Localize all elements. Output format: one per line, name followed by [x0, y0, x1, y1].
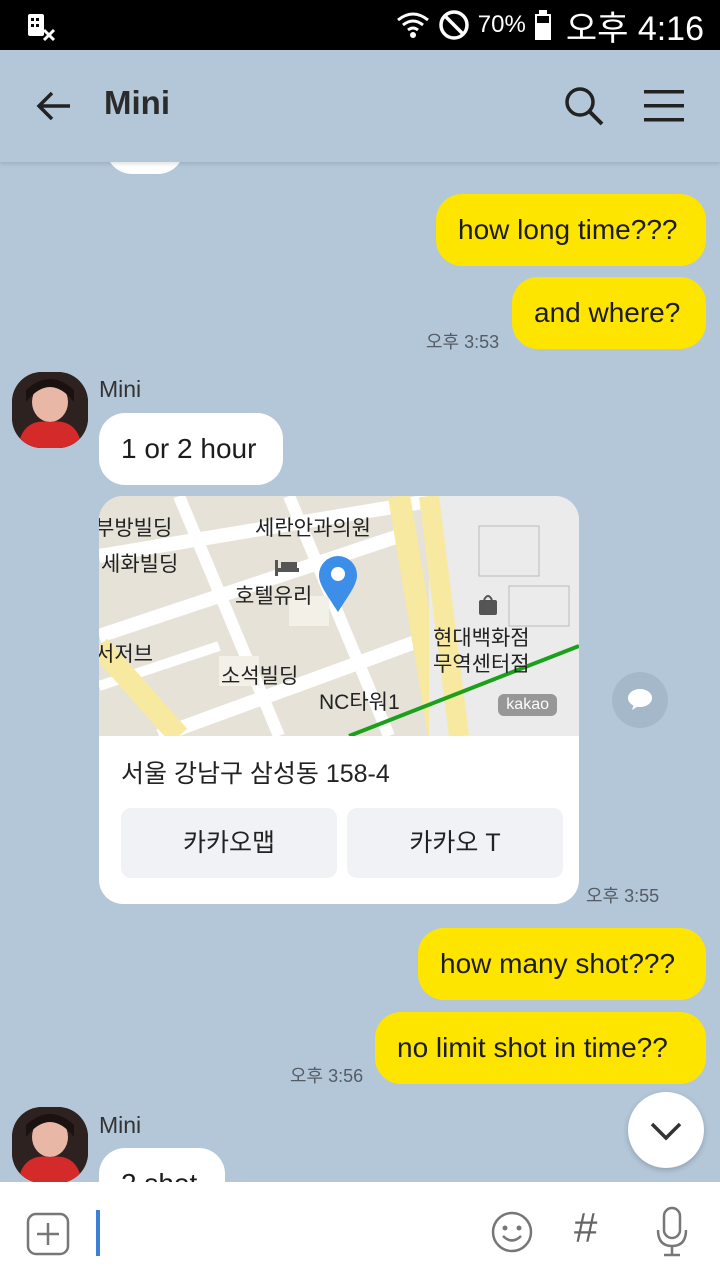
map-preview[interactable]: 부방빌딩 세란안과의원 세화빌딩 호텔유리 현대백화점 무역센터점 서저브 소석… [99, 496, 579, 736]
message-bubble-mine[interactable]: no limit shot in time?? [375, 1012, 706, 1084]
status-bar: 70% 오후 4:16 [0, 0, 720, 50]
map-label: 무역센터점 [433, 653, 530, 676]
location-pin-icon [319, 556, 357, 612]
scroll-to-bottom-button[interactable] [628, 1092, 704, 1168]
microphone-icon[interactable] [654, 1206, 690, 1258]
speech-bubble-icon [628, 689, 652, 710]
chat-header: Mini [0, 50, 720, 162]
message-bubble-theirs[interactable]: 2 shot [99, 1148, 225, 1182]
profile-photo [12, 372, 88, 448]
chevron-down-icon [650, 1122, 682, 1141]
add-attachment-icon[interactable] [26, 1212, 70, 1256]
do-not-disturb-icon [439, 10, 469, 40]
message-bubble-theirs[interactable]: 1 or 2 hour [99, 413, 283, 485]
map-label: 세란안과의원 [255, 517, 371, 540]
hamburger-menu-icon[interactable] [644, 88, 684, 124]
location-card[interactable]: 부방빌딩 세란안과의원 세화빌딩 호텔유리 현대백화점 무역센터점 서저브 소석… [99, 496, 579, 904]
sender-name: Mini [99, 1112, 142, 1138]
status-clock: 오후 4:16 [565, 9, 704, 48]
search-icon[interactable] [562, 84, 606, 128]
message-bubble-mine[interactable]: and where? [512, 277, 706, 349]
message-time: 오후 3:55 [586, 886, 660, 906]
shopping-bag-icon [479, 595, 497, 615]
chat-title: Mini [104, 84, 170, 121]
kakao-badge: kakao [498, 694, 557, 716]
map-label: 서저브 [99, 643, 153, 666]
map-label: 소석빌딩 [221, 665, 299, 688]
hashtag-search-icon[interactable]: # [574, 1204, 597, 1252]
partial-message [106, 162, 184, 174]
map-label: NC타워1 [319, 691, 400, 714]
chat-messages[interactable]: how long time??? and where? 오후 3:53 Mini… [0, 162, 720, 1182]
location-address: 서울 강남구 삼성동 158-4 [121, 760, 390, 788]
back-arrow-icon[interactable] [34, 86, 74, 126]
message-time: 오후 3:53 [426, 332, 500, 352]
wifi-icon [396, 12, 429, 38]
message-bubble-mine[interactable]: how long time??? [436, 194, 706, 266]
sim-blocked-icon [28, 14, 56, 42]
map-label: 세화빌딩 [101, 553, 179, 576]
sender-name: Mini [99, 376, 142, 402]
share-button[interactable] [612, 672, 668, 728]
avatar[interactable] [12, 372, 88, 448]
map-label: 부방빌딩 [99, 517, 173, 540]
message-input[interactable] [96, 1210, 100, 1256]
message-bubble-mine[interactable]: how many shot??? [418, 928, 706, 1000]
map-label: 호텔유리 [235, 585, 313, 608]
kakaomap-button[interactable]: 카카오맵 [121, 808, 337, 878]
avatar[interactable] [12, 1107, 88, 1182]
profile-photo [12, 1107, 88, 1182]
battery-icon [534, 10, 551, 40]
battery-percentage: 70% [477, 11, 526, 38]
message-time: 오후 3:56 [290, 1066, 364, 1086]
emoji-icon[interactable] [490, 1210, 534, 1254]
message-input-bar: # [0, 1182, 720, 1280]
hotel-icon [275, 560, 299, 576]
kakao-t-button[interactable]: 카카오 T [347, 808, 563, 878]
